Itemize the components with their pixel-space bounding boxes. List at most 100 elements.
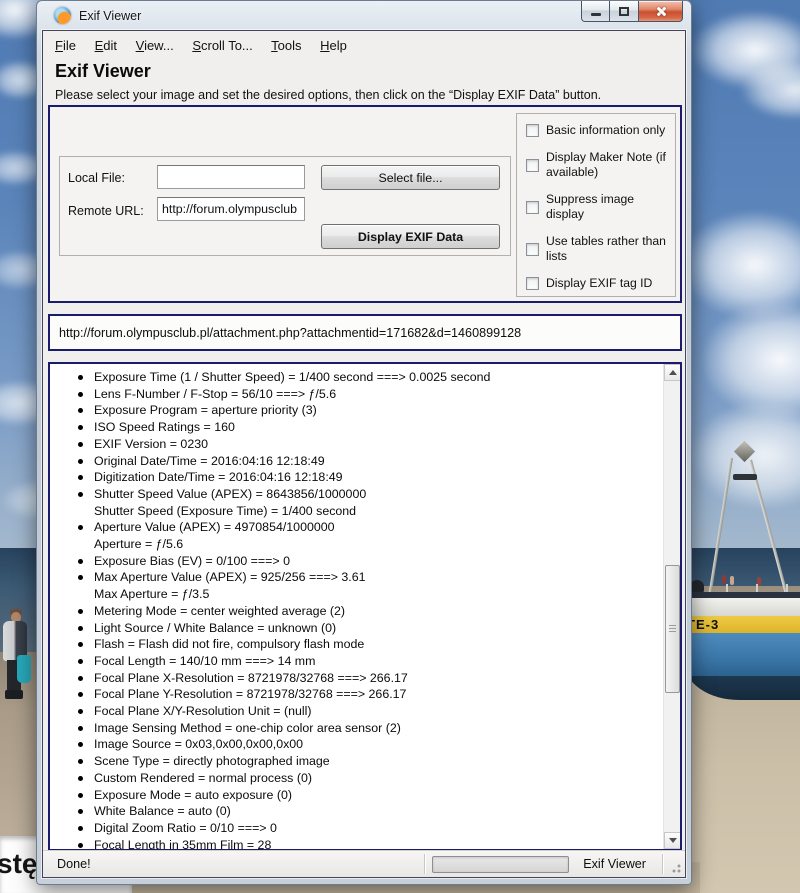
window-title: Exif Viewer (79, 9, 141, 23)
menu-item[interactable]: Tools (271, 38, 301, 53)
mast-lights (733, 474, 757, 480)
list-item: Shutter Speed Value (APEX) = 8643856/100… (50, 486, 662, 519)
menu-item[interactable]: Scroll To... (192, 38, 252, 53)
bullet-icon (78, 492, 83, 497)
bullet-icon (78, 742, 83, 747)
bullet-icon (78, 609, 83, 614)
list-item: Exposure Bias (EV) = 0/100 ===> 0 (50, 553, 662, 570)
bullet-icon (78, 843, 83, 848)
exif-list-viewport: Exposure Time (1 / Shutter Speed) = 1/40… (50, 369, 662, 849)
select-file-button[interactable]: Select file... (321, 165, 500, 190)
bullet-icon (78, 642, 83, 647)
checkbox-label: Suppress image display (546, 192, 672, 223)
arrow-up-icon (669, 370, 677, 375)
vertical-scrollbar[interactable] (663, 364, 680, 849)
list-item: Focal Length in 35mm Film = 28 (50, 837, 662, 849)
boat-hull-bottom (684, 676, 800, 700)
display-exif-data-button[interactable]: Display EXIF Data (321, 224, 500, 249)
bullet-icon (78, 793, 83, 798)
maximize-button[interactable] (610, 1, 639, 22)
attachment-url: http://forum.olympusclub.pl/attachment.p… (50, 326, 521, 340)
bullet-icon (78, 559, 83, 564)
remote-url-input[interactable] (157, 197, 305, 221)
bullet-icon (78, 676, 83, 681)
menu-item[interactable]: File (55, 38, 76, 53)
menu-item[interactable]: Edit (95, 38, 117, 53)
bullet-icon (78, 709, 83, 714)
scrollbar-thumb[interactable] (665, 565, 680, 693)
statusbar-separator (424, 854, 426, 874)
status-text: Done! (57, 857, 91, 871)
list-item: Focal Plane Y-Resolution = 8721978/32768… (50, 686, 662, 703)
close-button[interactable] (639, 1, 683, 22)
checkbox-row[interactable]: Display EXIF tag ID (526, 276, 675, 292)
list-item: Flash = Flash did not fire, compulsory f… (50, 636, 662, 653)
list-item: ISO Speed Ratings = 160 (50, 419, 662, 436)
menu-item[interactable]: Help (320, 38, 347, 53)
swimmer (730, 576, 734, 585)
checkbox-row[interactable]: Use tables rather than lists (526, 234, 675, 265)
list-item: Image Sensing Method = one-chip color ar… (50, 720, 662, 737)
list-item: Lens F-Number / F-Stop = 56/10 ===> ƒ/5.… (50, 386, 662, 403)
list-item: Focal Length = 140/10 mm ===> 14 mm (50, 653, 662, 670)
menu-item[interactable]: View... (136, 38, 174, 53)
checkbox-row[interactable]: Display Maker Note (if available) (526, 150, 675, 181)
bullet-icon (78, 475, 83, 480)
swimmer (722, 575, 726, 584)
list-item: Original Date/Time = 2016:04:16 12:18:49 (50, 453, 662, 470)
menu-bar: File Edit View... Scroll To... Tools Hel… (43, 31, 685, 58)
checkbox-row[interactable]: Basic information only (526, 123, 675, 139)
bullet-icon (78, 459, 83, 464)
checkbox-row[interactable]: Suppress image display (526, 192, 675, 223)
list-item: Exposure Program = aperture priority (3) (50, 402, 662, 419)
statusbar-separator (662, 854, 664, 874)
bullet-icon (78, 809, 83, 814)
bullet-icon (78, 575, 83, 580)
walker-bag (17, 655, 31, 683)
list-item: Max Aperture Value (APEX) = 925/256 ===>… (50, 569, 662, 602)
list-item: Custom Rendered = normal process (0) (50, 770, 662, 787)
local-file-input[interactable] (157, 165, 305, 189)
options-panel: Local File: Select file... Remote URL: D… (48, 105, 682, 303)
walker-boots (5, 690, 23, 699)
list-item: Exposure Mode = auto exposure (0) (50, 787, 662, 804)
checkbox[interactable] (526, 201, 539, 214)
checkbox[interactable] (526, 124, 539, 137)
list-item: Exposure Time (1 / Shutter Speed) = 1/40… (50, 369, 662, 386)
exif-list: Exposure Time (1 / Shutter Speed) = 1/40… (50, 369, 662, 849)
title-bar[interactable]: Exif Viewer (37, 1, 691, 30)
minimize-button[interactable] (581, 1, 610, 22)
boat-rail (684, 598, 800, 616)
checkbox-label: Display Maker Note (if available) (546, 150, 672, 181)
exif-results-panel: Exposure Time (1 / Shutter Speed) = 1/40… (48, 362, 682, 851)
maximize-icon (619, 7, 629, 16)
bullet-icon (78, 626, 83, 631)
minimize-icon (591, 13, 601, 16)
status-bar: Done! Exif Viewer (43, 850, 685, 877)
url-panel: http://forum.olympusclub.pl/attachment.p… (48, 314, 682, 351)
bullet-icon (78, 726, 83, 731)
checkbox-label: Basic information only (546, 123, 672, 139)
bullet-icon (78, 425, 83, 430)
boat-hull: TE-3 (684, 592, 800, 700)
scroll-up-button[interactable] (664, 364, 681, 381)
list-item: Digital Zoom Ratio = 0/10 ===> 0 (50, 820, 662, 837)
checkbox[interactable] (526, 159, 539, 172)
bullet-icon (78, 375, 83, 380)
scroll-down-button[interactable] (664, 832, 681, 849)
instructions-text: Please select your image and set the des… (55, 88, 685, 102)
checkbox[interactable] (526, 277, 539, 290)
list-item: Image Source = 0x03,0x00,0x00,0x00 (50, 736, 662, 753)
firefox-icon (54, 7, 71, 24)
resize-grip-icon[interactable] (670, 862, 682, 874)
list-item: Aperture Value (APEX) = 4970854/1000000 … (50, 519, 662, 552)
list-item: Focal Plane X-Resolution = 8721978/32768… (50, 670, 662, 687)
list-item: Metering Mode = center weighted average … (50, 603, 662, 620)
screenshot-root: TE-3 stępn Exif Viewer (0, 0, 800, 893)
checkbox[interactable] (526, 243, 539, 256)
bullet-icon (78, 525, 83, 530)
list-item: Focal Plane X/Y-Resolution Unit = (null) (50, 703, 662, 720)
local-file-label: Local File: (68, 171, 125, 185)
checkbox-label: Display EXIF tag ID (546, 276, 672, 292)
file-form: Local File: Select file... Remote URL: D… (59, 156, 511, 256)
